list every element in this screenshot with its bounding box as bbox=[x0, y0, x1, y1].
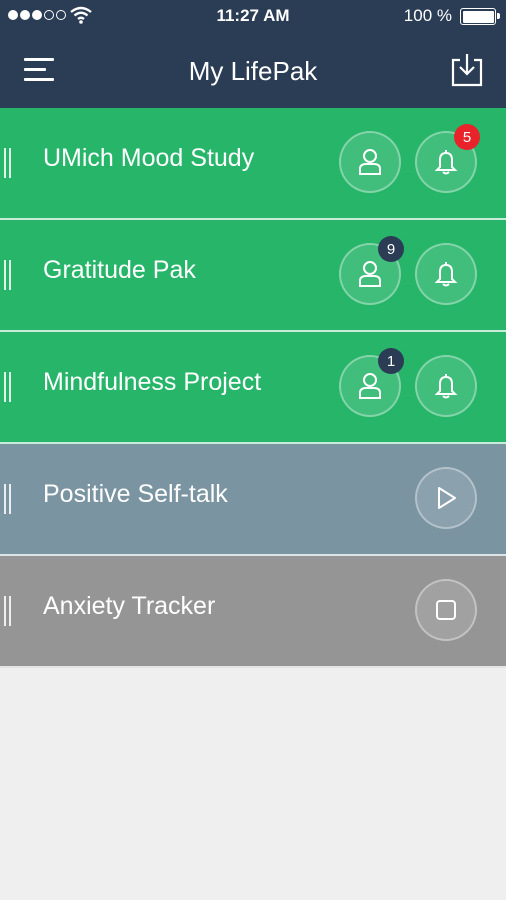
bell-icon bbox=[434, 150, 458, 175]
profile-button[interactable]: 9 bbox=[339, 236, 404, 305]
play-button[interactable] bbox=[415, 467, 477, 529]
navigation-bar: My LifePak bbox=[0, 34, 506, 108]
battery-percent: 100 % bbox=[403, 6, 452, 25]
download-icon[interactable] bbox=[450, 52, 484, 88]
profile-icon bbox=[359, 149, 381, 175]
notifications-button[interactable] bbox=[415, 243, 477, 305]
notifications-button[interactable]: 5 bbox=[415, 124, 480, 193]
pak-name: Mindfulness Project bbox=[43, 368, 262, 396]
notifications-button[interactable] bbox=[415, 355, 477, 417]
drag-handle-icon[interactable] bbox=[4, 372, 12, 402]
profile-button[interactable] bbox=[339, 131, 401, 193]
page-title: My LifePak bbox=[188, 56, 318, 86]
bell-icon bbox=[434, 262, 458, 287]
profile-button[interactable]: 1 bbox=[339, 348, 404, 417]
status-bar: 11:27 AM 100 % bbox=[0, 0, 506, 34]
profile-icon bbox=[359, 373, 381, 399]
drag-handle-icon[interactable] bbox=[4, 596, 12, 626]
pak-row-anxiety-tracker[interactable]: Anxiety Tracker bbox=[0, 556, 506, 668]
profile-badge: 9 bbox=[378, 236, 404, 262]
play-icon bbox=[438, 487, 456, 509]
pak-row-umich-mood-study[interactable]: UMich Mood Study 5 bbox=[0, 108, 506, 220]
notification-badge: 5 bbox=[454, 124, 480, 150]
pak-name: UMich Mood Study bbox=[43, 144, 255, 172]
pak-name: Gratitude Pak bbox=[43, 256, 196, 284]
lifepak-list: UMich Mood Study 5 Gratitude Pak 9 Mindf… bbox=[0, 108, 506, 668]
profile-badge: 1 bbox=[378, 348, 404, 374]
pak-name: Positive Self-talk bbox=[43, 480, 228, 508]
bell-icon bbox=[434, 374, 458, 399]
battery-icon bbox=[460, 8, 500, 25]
pak-row-mindfulness-project[interactable]: Mindfulness Project 1 bbox=[0, 332, 506, 444]
pak-row-gratitude-pak[interactable]: Gratitude Pak 9 bbox=[0, 220, 506, 332]
drag-handle-icon[interactable] bbox=[4, 148, 12, 178]
stop-icon bbox=[436, 600, 456, 620]
pak-name: Anxiety Tracker bbox=[43, 592, 216, 620]
profile-icon bbox=[359, 261, 381, 287]
pak-row-positive-self-talk[interactable]: Positive Self-talk bbox=[0, 444, 506, 556]
stop-button[interactable] bbox=[415, 579, 477, 641]
drag-handle-icon[interactable] bbox=[4, 484, 12, 514]
drag-handle-icon[interactable] bbox=[4, 260, 12, 290]
app-header: 11:27 AM 100 % My LifePak bbox=[0, 0, 506, 108]
